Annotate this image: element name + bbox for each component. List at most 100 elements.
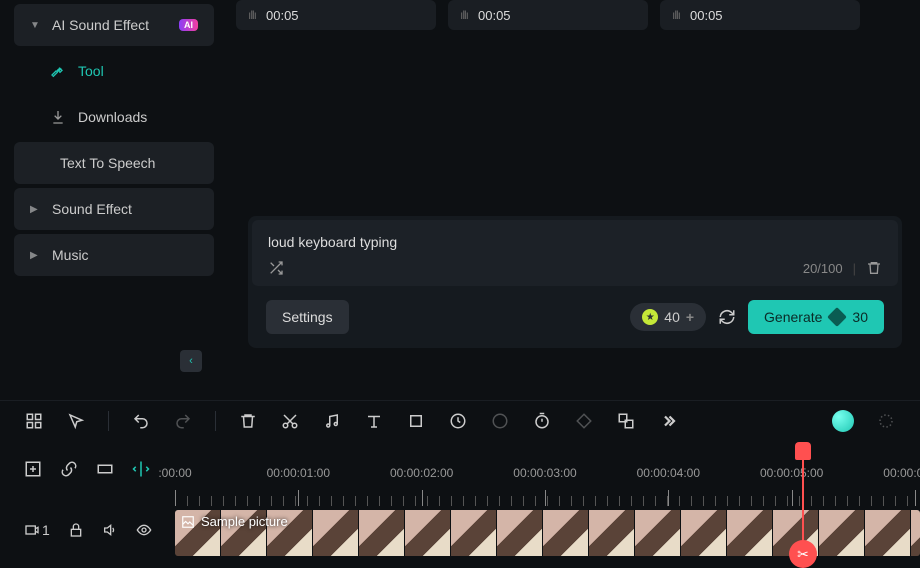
shuffle-icon[interactable] bbox=[268, 260, 284, 276]
frame-thumb bbox=[911, 510, 920, 556]
playhead[interactable] bbox=[802, 444, 804, 564]
chevron-left-icon: ‹ bbox=[189, 355, 193, 367]
clip-name: Sample picture bbox=[201, 514, 288, 529]
track-controls: 1 bbox=[24, 522, 152, 538]
prompt-text: loud keyboard typing bbox=[268, 234, 882, 250]
frame-thumb bbox=[405, 510, 451, 556]
more-icon[interactable] bbox=[658, 411, 678, 431]
clip-duration: 00:05 bbox=[478, 8, 511, 23]
timer-icon[interactable] bbox=[532, 411, 552, 431]
frame-thumb bbox=[313, 510, 359, 556]
char-count: 20/100 bbox=[803, 261, 843, 276]
translate-icon[interactable] bbox=[616, 411, 636, 431]
audio-clip[interactable]: ıllı 00:05 bbox=[236, 0, 436, 30]
frame-thumb bbox=[543, 510, 589, 556]
group-icon[interactable] bbox=[96, 460, 114, 478]
clip-duration: 00:05 bbox=[690, 8, 723, 23]
audio-icon[interactable] bbox=[322, 411, 342, 431]
frame-thumb bbox=[865, 510, 911, 556]
cut-icon[interactable] bbox=[280, 411, 300, 431]
diamond-icon[interactable] bbox=[574, 411, 594, 431]
frame-thumb bbox=[727, 510, 773, 556]
frame-thumb bbox=[681, 510, 727, 556]
grid-icon[interactable] bbox=[24, 411, 44, 431]
chevron-right-icon: ▶ bbox=[30, 250, 40, 261]
content-area: ıllı 00:05 ıllı 00:05 ıllı 00:05 loud ke… bbox=[230, 0, 920, 348]
marker-icon[interactable] bbox=[132, 460, 150, 478]
download-icon bbox=[50, 109, 66, 125]
mute-icon[interactable] bbox=[102, 522, 118, 538]
audio-clip[interactable]: ıllı 00:05 bbox=[448, 0, 648, 30]
time-label: 00:00:03:00 bbox=[513, 466, 576, 480]
time-label: 00:00:02:00 bbox=[390, 466, 453, 480]
refresh-icon[interactable] bbox=[718, 308, 736, 326]
sidebar-item-label: Text To Speech bbox=[60, 155, 198, 171]
credit-pill[interactable]: ★ 40 + bbox=[630, 303, 706, 331]
palette-icon[interactable] bbox=[490, 411, 510, 431]
frame-thumb bbox=[497, 510, 543, 556]
prompt-input[interactable]: loud keyboard typing 20/100 | bbox=[252, 220, 898, 286]
sidebar-item-label: Tool bbox=[78, 63, 198, 79]
trash-icon[interactable] bbox=[238, 411, 258, 431]
sparkle-icon[interactable] bbox=[876, 411, 896, 431]
sidebar-item-label: Music bbox=[52, 247, 198, 263]
credit-count: 40 bbox=[664, 309, 680, 325]
crop-icon[interactable] bbox=[406, 411, 426, 431]
sidebar-item-tool[interactable]: Tool bbox=[14, 50, 214, 92]
sidebar-item-ai-sound-effect[interactable]: ▼ AI Sound Effect AI bbox=[14, 4, 214, 46]
sidebar-item-downloads[interactable]: Downloads bbox=[14, 96, 214, 138]
toolbar bbox=[0, 400, 920, 440]
sidebar-item-label: Sound Effect bbox=[52, 201, 198, 217]
time-label: :00:00 bbox=[158, 466, 191, 480]
frame-thumb bbox=[359, 510, 405, 556]
chevron-down-icon: ▼ bbox=[30, 20, 40, 31]
waveform-icon: ıllı bbox=[672, 8, 680, 22]
generate-row: Settings ★ 40 + Generate 30 bbox=[252, 286, 898, 344]
sidebar-item-label: AI Sound Effect bbox=[52, 17, 167, 33]
ai-avatar-icon[interactable] bbox=[832, 410, 854, 432]
redo-icon[interactable] bbox=[173, 411, 193, 431]
wrench-icon bbox=[50, 63, 66, 79]
ai-badge: AI bbox=[179, 19, 198, 31]
waveform-icon: ıllı bbox=[248, 8, 256, 22]
sidebar-item-sound-effect[interactable]: ▶ Sound Effect bbox=[14, 188, 214, 230]
frame-thumb bbox=[451, 510, 497, 556]
visibility-icon[interactable] bbox=[136, 522, 152, 538]
generate-cost: 30 bbox=[852, 309, 868, 325]
add-track-icon[interactable] bbox=[24, 460, 42, 478]
timeline-ruler[interactable]: :00:0000:00:01:0000:00:02:0000:00:03:000… bbox=[175, 458, 910, 498]
time-label: 00:00:06:00 bbox=[883, 466, 920, 480]
video-track-icon[interactable]: 1 bbox=[24, 522, 50, 538]
text-icon[interactable] bbox=[364, 411, 384, 431]
undo-icon[interactable] bbox=[131, 411, 151, 431]
frame-thumb bbox=[819, 510, 865, 556]
clip-duration: 00:05 bbox=[266, 8, 299, 23]
waveform-icon: ıllı bbox=[460, 8, 468, 22]
image-icon bbox=[181, 515, 195, 529]
frame-thumb bbox=[589, 510, 635, 556]
plus-icon: + bbox=[686, 309, 694, 325]
sidebar-item-tts[interactable]: Text To Speech bbox=[14, 142, 214, 184]
time-label: 00:00:01:00 bbox=[267, 466, 330, 480]
clip-header: Sample picture bbox=[181, 514, 288, 529]
sidebar: ▼ AI Sound Effect AI Tool Downloads Text… bbox=[14, 0, 214, 280]
sidebar-item-label: Downloads bbox=[78, 109, 198, 125]
speed-icon[interactable] bbox=[448, 411, 468, 431]
clip-list: ıllı 00:05 ıllı 00:05 ıllı 00:05 bbox=[230, 0, 920, 30]
time-label: 00:00:04:00 bbox=[637, 466, 700, 480]
settings-button[interactable]: Settings bbox=[266, 300, 349, 334]
lock-icon[interactable] bbox=[68, 522, 84, 538]
frame-thumb bbox=[635, 510, 681, 556]
generate-button[interactable]: Generate 30 bbox=[748, 300, 884, 334]
collapse-sidebar-button[interactable]: ‹ bbox=[180, 350, 202, 372]
timeline-tools bbox=[24, 460, 150, 478]
link-icon[interactable] bbox=[60, 460, 78, 478]
chevron-right-icon: ▶ bbox=[30, 204, 40, 215]
star-icon: ★ bbox=[642, 309, 658, 325]
time-label: 00:00:05:00 bbox=[760, 466, 823, 480]
diamond-icon bbox=[828, 307, 848, 327]
trash-icon[interactable] bbox=[866, 260, 882, 276]
audio-clip[interactable]: ıllı 00:05 bbox=[660, 0, 860, 30]
cursor-icon[interactable] bbox=[66, 411, 86, 431]
sidebar-item-music[interactable]: ▶ Music bbox=[14, 234, 214, 276]
